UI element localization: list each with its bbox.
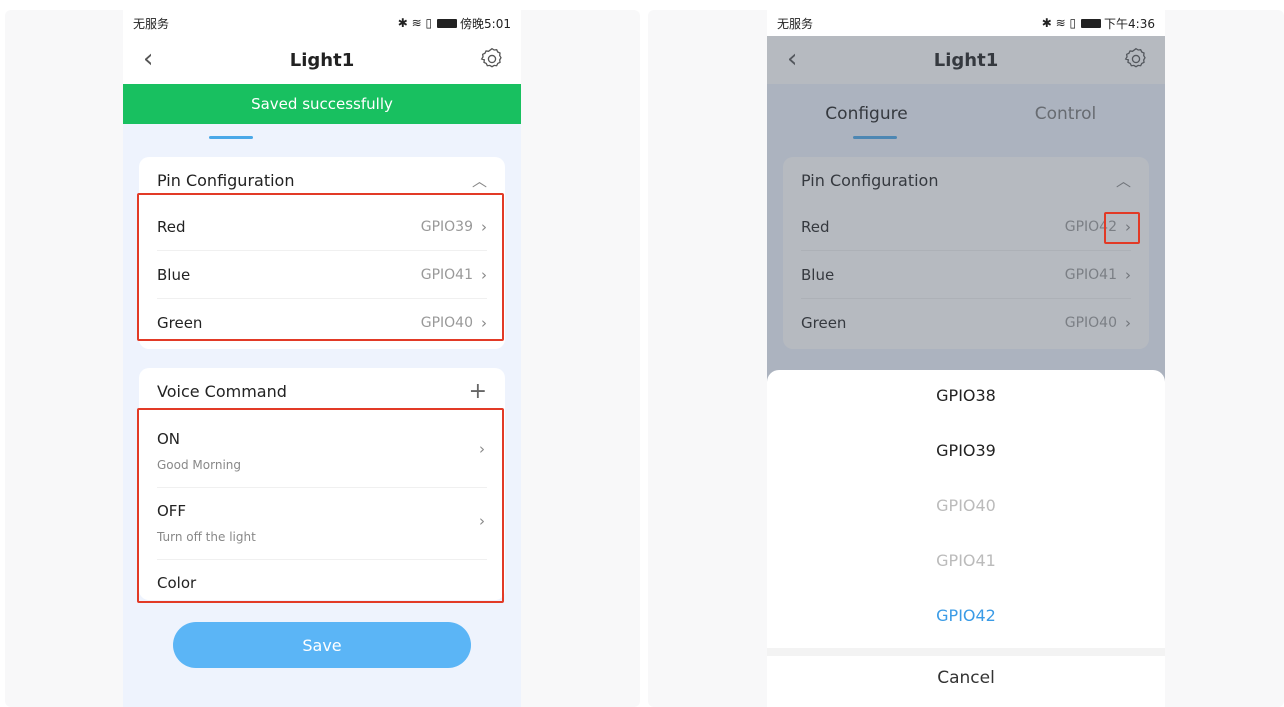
- nav-bar: ‹ Light1: [123, 36, 521, 84]
- highlight-red-chevron: [1104, 212, 1140, 244]
- tab-indicator: [209, 136, 253, 139]
- clock-text: 傍晚5:01: [460, 16, 511, 31]
- picker-option-gpio41: GPIO41: [936, 551, 996, 570]
- picker-option-gpio39[interactable]: GPIO39: [767, 441, 1165, 460]
- chevron-up-icon[interactable]: ︿: [472, 170, 487, 191]
- status-bar: 无服务 ✱ ≋ ▯ 下午4:36: [767, 10, 1165, 36]
- carrier-text: 无服务: [777, 16, 814, 31]
- picker-divider: [767, 648, 1165, 656]
- carrier-text: 无服务: [133, 16, 170, 31]
- status-icons: ✱ ≋ ▯: [397, 16, 433, 30]
- gear-icon[interactable]: [479, 46, 505, 72]
- cancel-button[interactable]: Cancel: [767, 668, 1165, 688]
- picker-option-gpio40: GPIO40: [936, 496, 996, 515]
- battery-icon: [437, 18, 458, 28]
- status-icons: ✱ ≋ ▯: [1041, 16, 1077, 30]
- picker-option-gpio38[interactable]: GPIO38: [767, 386, 1165, 405]
- highlight-voice-items: [137, 408, 504, 603]
- chevron-left-icon[interactable]: ‹: [143, 46, 153, 72]
- highlight-pin-rows: [137, 193, 504, 341]
- phone-screen-picker: 无服务 ✱ ≋ ▯ 下午4:36 ‹ Light1 Configure Cont…: [767, 10, 1165, 707]
- save-button[interactable]: Save: [173, 622, 471, 668]
- gpio-picker-sheet: GPIO38 GPIO39 GPIO40 GPIO41 GPIO42 Cance…: [767, 370, 1165, 707]
- page-title: Light1: [289, 49, 355, 71]
- status-bar: 无服务 ✱ ≋ ▯ 傍晚5:01: [123, 10, 521, 36]
- success-toast: Saved successfully: [123, 84, 521, 124]
- clock-text: 下午4:36: [1104, 16, 1155, 31]
- picker-option-gpio42[interactable]: GPIO42: [767, 606, 1165, 625]
- plus-icon[interactable]: +: [469, 379, 487, 404]
- battery-icon: [1081, 18, 1102, 28]
